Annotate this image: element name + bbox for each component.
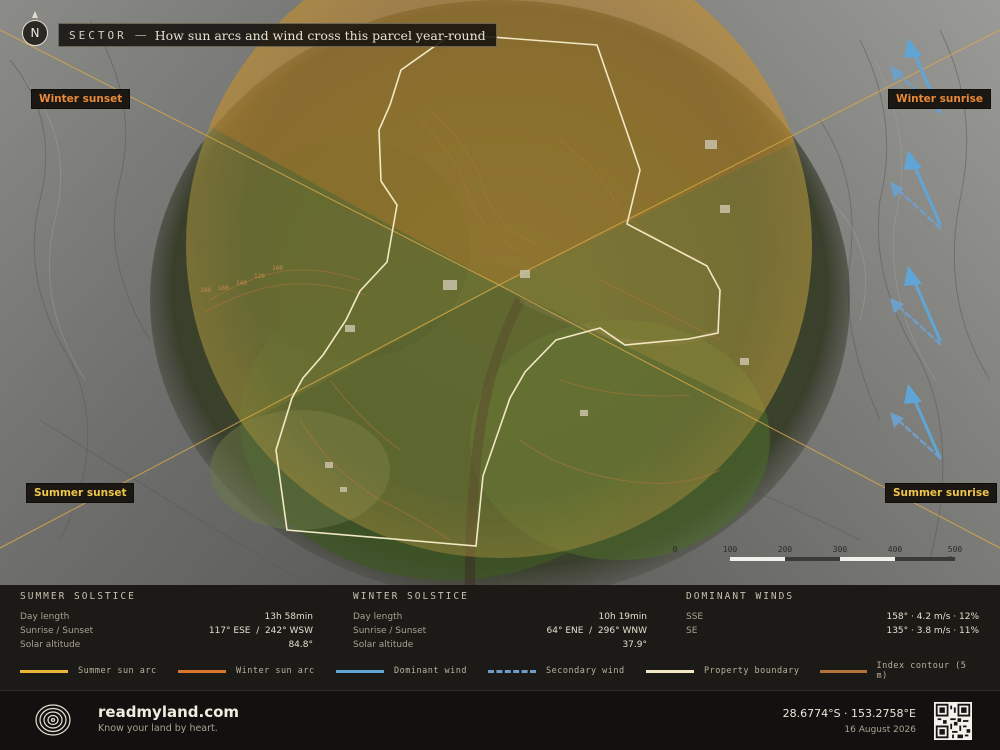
legend-swatch xyxy=(178,669,226,673)
row-key: Day length xyxy=(353,612,403,622)
summer-heading: SUMMER SOLSTICE xyxy=(20,591,136,602)
fingerprint-logo-icon[interactable] xyxy=(34,701,72,739)
summer-row: Solar altitude 84.8° xyxy=(20,638,313,652)
summer-sunrise-label: Summer sunrise xyxy=(885,483,998,503)
legend-swatch xyxy=(820,669,867,673)
legend-label: Secondary wind xyxy=(546,666,625,676)
row-value: 10h 19min xyxy=(598,612,647,622)
legend-item: Dominant wind xyxy=(336,664,467,678)
legend-item: Winter sun arc xyxy=(178,664,315,678)
brand-link[interactable]: readmyland.com xyxy=(98,703,239,721)
scale-tick: 300 xyxy=(832,545,848,554)
row-value: 158° · 4.2 m/s · 12% xyxy=(886,612,979,622)
summer-row: Sunrise / Sunset 117° ESE / 242° WSW xyxy=(20,624,313,638)
legend-swatch xyxy=(488,669,536,673)
scale-segment xyxy=(840,557,895,561)
legend-item: Property boundary xyxy=(646,664,800,678)
winter-solstice-panel: WINTER SOLSTICE Day length 10h 19min Sunr… xyxy=(353,591,647,652)
scale-tick: 400 xyxy=(887,545,903,554)
date: 16 August 2026 xyxy=(844,725,916,735)
legend-label: Summer sun arc xyxy=(78,666,157,676)
legend-item: Secondary wind xyxy=(488,664,625,678)
legend-swatch xyxy=(20,669,68,673)
row-key: Sunrise / Sunset xyxy=(20,626,94,636)
winter-heading: WINTER SOLSTICE xyxy=(353,591,469,602)
row-key: Day length xyxy=(20,612,70,622)
row-value: 64° ENE / 296° WNW xyxy=(546,626,647,636)
winter-row: Sunrise / Sunset 64° ENE / 296° WNW xyxy=(353,624,647,638)
legend-swatch xyxy=(646,669,694,673)
scale-tick: 200 xyxy=(777,545,793,554)
title-text: How sun arcs and wind cross this parcel … xyxy=(154,27,486,43)
dominant-winds-panel: DOMINANT WINDS SSE 158° · 4.2 m/s · 12% S… xyxy=(686,591,979,638)
row-value: 84.8° xyxy=(288,640,313,650)
legend-label: Property boundary xyxy=(704,666,800,676)
north-arrow-icon: N xyxy=(22,20,48,46)
title-key: SECTOR xyxy=(69,28,127,42)
row-key: SE xyxy=(686,626,698,636)
north-tick-icon xyxy=(32,11,38,18)
scale-segment xyxy=(895,557,955,561)
title-dash: — xyxy=(134,28,147,42)
scale-bar: 0 100 200 300 400 500 m xyxy=(672,545,965,575)
map-canvas: 180 160 140 120 100 xyxy=(0,0,1000,585)
row-key: Solar altitude xyxy=(353,640,414,650)
scale-tick: 0 xyxy=(672,545,678,554)
winds-heading: DOMINANT WINDS xyxy=(686,591,795,602)
map-title: SECTOR — How sun arcs and wind cross thi… xyxy=(58,23,497,47)
row-key: Solar altitude xyxy=(20,640,81,650)
footer: readmyland.com Know your land by heart. … xyxy=(0,690,1000,750)
qr-code-icon[interactable] xyxy=(934,702,972,740)
summer-solstice-panel: SUMMER SOLSTICE Day length 13h 58min Sunr… xyxy=(20,591,313,652)
contour-label: 100 xyxy=(272,265,283,272)
sector-map[interactable]: 180 160 140 120 100 N SECTOR — How sun a… xyxy=(0,0,1000,585)
contour-label: 160 xyxy=(218,285,229,292)
legend-label: Index contour (5 m) xyxy=(876,661,967,681)
row-value: 37.9° xyxy=(622,640,647,650)
coordinates: 28.6774°S · 153.2758°E xyxy=(782,707,916,720)
winter-sunset-label: Winter sunset xyxy=(31,89,131,109)
legend-label: Dominant wind xyxy=(394,666,468,676)
contour-label: 120 xyxy=(254,273,265,280)
legend-label: Winter sun arc xyxy=(236,666,315,676)
contour-label: 140 xyxy=(236,280,247,287)
winter-row: Solar altitude 37.9° xyxy=(353,638,647,652)
row-key: SSE xyxy=(686,612,704,622)
winter-row: Day length 10h 19min xyxy=(353,610,647,624)
contour-label: 180 xyxy=(200,287,211,294)
wind-row: SE 135° · 3.8 m/s · 11% xyxy=(686,624,979,638)
legend-item: Index contour (5 m) xyxy=(820,661,980,681)
scale-segment xyxy=(785,557,840,561)
map-legend: Summer sun arc Winter sun arc Dominant w… xyxy=(20,661,980,681)
scale-segment xyxy=(730,557,785,561)
summer-row: Day length 13h 58min xyxy=(20,610,313,624)
row-value: 135° · 3.8 m/s · 11% xyxy=(886,626,979,636)
info-panel: SUMMER SOLSTICE Day length 13h 58min Sunr… xyxy=(0,585,1000,690)
legend-item: Summer sun arc xyxy=(20,664,157,678)
scale-tick: 100 xyxy=(722,545,738,554)
legend-swatch xyxy=(336,669,384,673)
row-value: 117° ESE / 242° WSW xyxy=(208,626,313,636)
row-key: Sunrise / Sunset xyxy=(353,626,427,636)
tagline: Know your land by heart. xyxy=(98,723,218,734)
summer-sunset-label: Summer sunset xyxy=(26,483,135,503)
wind-row: SSE 158° · 4.2 m/s · 12% xyxy=(686,610,979,624)
winter-sunrise-label: Winter sunrise xyxy=(888,89,991,109)
row-value: 13h 58min xyxy=(264,612,313,622)
north-label: N xyxy=(30,26,40,40)
